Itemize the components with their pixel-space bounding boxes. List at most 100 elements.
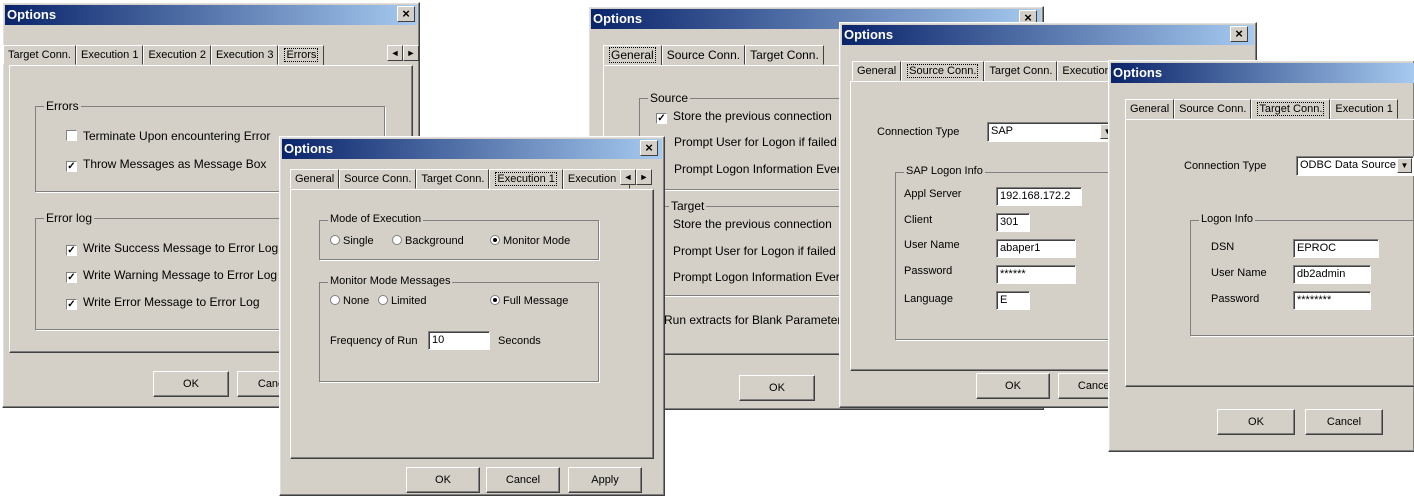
password-input[interactable]: ****** — [996, 265, 1076, 284]
prompt-failed-target-checkbox[interactable]: Prompt User for Logon if failed — [673, 244, 836, 258]
tab-source-conn-label: Source Conn. — [907, 64, 979, 78]
close-button[interactable]: × — [640, 140, 658, 156]
source-group-label: Source — [648, 91, 691, 105]
tab-pane: Connection Type SAP ▼ SAP Logon Info App… — [850, 81, 1131, 371]
mode-single-radio[interactable]: Single — [330, 235, 374, 247]
tab-general[interactable]: General — [290, 169, 340, 189]
radio-button — [330, 235, 340, 245]
tab-source-conn[interactable]: Source Conn. — [1174, 99, 1252, 119]
store-previous-target-label: Store the previous connection — [673, 217, 832, 231]
tab-source-conn[interactable]: Source Conn. — [901, 61, 985, 81]
password-label: Password — [904, 265, 953, 277]
tab-general[interactable]: General — [1125, 99, 1175, 119]
tab-general[interactable]: General — [852, 61, 902, 81]
ok-button[interactable]: OK — [739, 375, 815, 401]
error-log-group-label: Error log — [44, 211, 95, 225]
tab-errors[interactable]: Errors — [278, 45, 325, 65]
write-success-checkbox[interactable]: ✓ Write Success Message to Error Log — [66, 241, 278, 256]
prompt-failed-checkbox[interactable]: Prompt User for Logon if failed — [674, 135, 837, 149]
ok-button[interactable]: OK — [406, 467, 480, 493]
language-label: Language — [904, 293, 953, 305]
connection-type-select[interactable]: ODBC Data Source ▼ — [1296, 156, 1414, 176]
connection-type-value: SAP — [991, 125, 1014, 137]
terminate-label: Terminate Upon encountering Error — [83, 129, 271, 143]
tab-execution-1[interactable]: Execution 1 — [75, 45, 144, 65]
connection-type-select[interactable]: SAP ▼ — [987, 122, 1117, 142]
title-bar[interactable]: Options — [5, 5, 417, 25]
user-name-input[interactable]: db2admin — [1293, 265, 1371, 284]
appl-server-input[interactable]: 192.168.172.2 — [996, 187, 1082, 206]
source-group: Source ✓ Store the previous connection Pr… — [639, 91, 873, 190]
radio-button — [330, 295, 340, 305]
msg-none-radio[interactable]: None — [330, 295, 369, 307]
tab-target-conn[interactable]: Target Conn. — [3, 45, 76, 65]
mode-background-radio[interactable]: Background — [392, 235, 464, 247]
write-warning-label: Write Warning Message to Error Log — [83, 268, 278, 282]
title-bar[interactable]: Options — [282, 139, 662, 159]
msg-limited-radio[interactable]: Limited — [378, 295, 426, 307]
checkbox-checked-box: ✓ — [66, 245, 77, 256]
prompt-failed-label: Prompt User for Logon if failed — [674, 135, 837, 149]
tab-execution-1[interactable]: Execution 1 — [1057, 61, 1114, 81]
frequency-input[interactable]: 10 — [428, 331, 490, 350]
checkbox-checked-box: ✓ — [66, 272, 77, 283]
tab-target-conn[interactable]: Target Conn. — [416, 169, 490, 189]
tab-general[interactable]: General — [603, 45, 662, 65]
tab-execution-1[interactable]: Execution 1 — [489, 169, 563, 189]
store-previous-connection-target-checkbox[interactable]: Store the previous connection — [673, 217, 832, 231]
tab-strip: General Source Conn. Target Conn. Execution… — [852, 59, 1114, 81]
ok-button[interactable]: OK — [1217, 409, 1295, 435]
checkbox-box — [66, 130, 77, 141]
tab-scroll-right-button[interactable]: ► — [403, 45, 419, 61]
mode-single-label: Single — [343, 235, 374, 247]
client-input[interactable]: 301 — [996, 213, 1030, 232]
sap-logon-group-label: SAP Logon Info — [904, 165, 985, 177]
msg-full-radio[interactable]: Full Message — [490, 295, 568, 307]
tab-scroll-left-button[interactable]: ◄ — [620, 169, 636, 185]
write-error-label: Write Error Message to Error Log — [83, 295, 260, 309]
password-input[interactable]: ******** — [1293, 291, 1371, 310]
write-error-checkbox[interactable]: ✓ Write Error Message to Error Log — [66, 295, 260, 310]
terminate-checkbox[interactable]: Terminate Upon encountering Error — [66, 129, 270, 143]
ok-button[interactable]: OK — [153, 371, 229, 397]
run-extracts-checkbox[interactable]: Run extracts for Blank Parameters — [664, 313, 847, 327]
store-previous-connection-checkbox[interactable]: ✓ Store the previous connection — [656, 109, 832, 124]
user-name-input[interactable]: abaper1 — [996, 239, 1076, 258]
cancel-button[interactable]: Cancel — [486, 467, 560, 493]
tab-execution-2[interactable]: Execution 2 — [143, 45, 211, 65]
tab-target-conn-label: Target Conn. — [1257, 102, 1325, 116]
options-dialog-target-conn: Options General Source Conn. Target Conn. E… — [1108, 60, 1414, 452]
client-label: Client — [904, 214, 933, 226]
tab-execution-1[interactable]: Execution 1 — [1330, 99, 1398, 119]
dialog-title: Options — [1113, 65, 1163, 80]
tab-scroll-left-button[interactable]: ◄ — [387, 45, 403, 61]
dialog-title: Options — [844, 27, 894, 42]
frequency-unit-label: Seconds — [498, 335, 541, 347]
tab-scroll-right-button[interactable]: ► — [636, 169, 652, 185]
mode-monitor-radio[interactable]: Monitor Mode — [490, 235, 570, 247]
tab-source-conn[interactable]: Source Conn. — [661, 45, 746, 65]
tab-execution-1-label: Execution 1 — [495, 172, 557, 186]
tab-scroll: ◄ ► — [387, 45, 421, 61]
ok-button[interactable]: OK — [976, 373, 1050, 399]
chevron-down-icon[interactable]: ▼ — [1397, 158, 1412, 173]
title-bar[interactable]: Options — [1111, 63, 1414, 83]
tab-target-conn[interactable]: Target Conn. — [745, 45, 824, 65]
dsn-input[interactable]: EPROC — [1293, 239, 1379, 258]
tab-execution-3[interactable]: Execution 3 — [210, 45, 279, 65]
apply-button[interactable]: Apply — [568, 467, 642, 493]
language-input[interactable]: E — [996, 291, 1030, 310]
write-warning-checkbox[interactable]: ✓ Write Warning Message to Error Log — [66, 268, 277, 283]
tab-strip: Target Conn. Execution 1 Execution 2 Execut… — [3, 43, 373, 65]
dsn-label: DSN — [1211, 241, 1235, 253]
password-label: Password — [1211, 293, 1260, 305]
title-bar[interactable]: Options — [842, 25, 1254, 45]
tab-source-conn[interactable]: Source Conn. — [339, 169, 417, 189]
store-previous-label: Store the previous connection — [673, 109, 832, 123]
throw-messages-checkbox[interactable]: ✓ Throw Messages as Message Box — [66, 157, 266, 172]
tab-target-conn[interactable]: Target Conn. — [984, 61, 1058, 81]
cancel-button[interactable]: Cancel — [1305, 409, 1383, 435]
tab-target-conn[interactable]: Target Conn. — [1251, 99, 1331, 119]
close-button[interactable]: × — [1230, 26, 1248, 42]
close-button[interactable]: × — [397, 6, 415, 22]
